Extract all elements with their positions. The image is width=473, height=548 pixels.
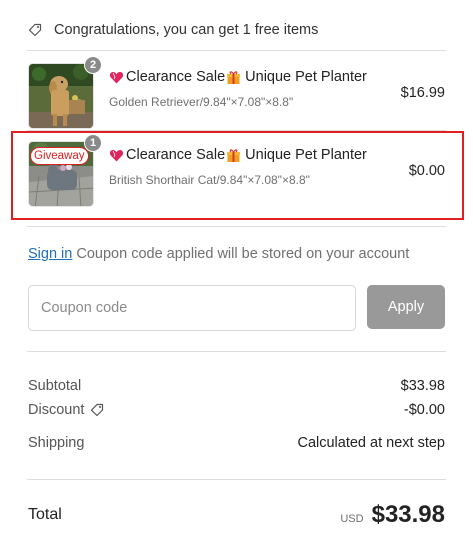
sign-in-link[interactable]: Sign in	[28, 246, 72, 262]
subtotal-value: $33.98	[400, 378, 445, 394]
product-name: Clearance Sale	[126, 69, 226, 85]
product-name-suffix: Unique Pet Planter	[245, 69, 367, 85]
subtotal-label: Subtotal	[28, 378, 82, 394]
product-price: $16.99	[400, 85, 445, 101]
product-price: $0.00	[408, 163, 445, 179]
product-title[interactable]: Clearance Sale Unique Pet Planter	[109, 69, 367, 85]
product-variant: Golden Retriever/9.84"×7.08"×8.8"	[109, 95, 294, 109]
free-items-promo: Congratulations, you can get 1 free item…	[28, 18, 318, 42]
tag-icon	[90, 403, 104, 417]
total-label: Total	[28, 506, 62, 523]
cart-item: 2 Clearance Sale Unique Pet Planter Gold…	[27, 56, 447, 129]
discount-value: -$0.00	[403, 402, 445, 418]
subtotal-row: Subtotal $33.98	[28, 376, 445, 396]
apply-button[interactable]: Apply	[367, 285, 445, 329]
quantity-badge: 1	[84, 134, 102, 152]
divider	[27, 479, 446, 480]
cart-item: Giveaway 1 Clearance Sale Unique Pet Pla…	[27, 134, 447, 207]
tag-icon	[28, 23, 42, 37]
divider	[27, 226, 446, 227]
shipping-value: Calculated at next step	[297, 435, 445, 451]
product-thumbnail[interactable]: Giveaway 1	[28, 134, 102, 207]
product-title[interactable]: Clearance Sale Unique Pet Planter	[109, 147, 367, 163]
total-row: Total USD $33.98	[28, 498, 445, 532]
currency-code: USD	[340, 513, 364, 525]
product-name: Clearance Sale	[126, 147, 226, 163]
discount-label: Discount	[28, 402, 85, 418]
discount-row: Discount -$0.00	[28, 400, 445, 420]
heart-emoji-icon	[109, 148, 124, 163]
gift-emoji-icon	[226, 70, 241, 85]
total-amount: $33.98	[371, 501, 445, 528]
shipping-row: Shipping Calculated at next step	[28, 433, 445, 453]
coupon-code-input[interactable]	[28, 285, 356, 331]
promo-text: Congratulations, you can get 1 free item…	[54, 22, 319, 38]
giveaway-badge: Giveaway	[30, 147, 89, 165]
gift-emoji-icon	[226, 148, 241, 163]
signin-message-text: Coupon code applied will be stored on yo…	[76, 246, 410, 262]
product-thumbnail[interactable]: 2	[28, 56, 102, 129]
signin-message: Sign in Coupon code applied will be stor…	[28, 246, 409, 262]
divider	[27, 50, 446, 51]
product-name-suffix: Unique Pet Planter	[245, 147, 367, 163]
product-variant: British Shorthair Cat/9.84"×7.08"×8.8"	[109, 173, 310, 187]
divider	[27, 351, 446, 352]
shipping-label: Shipping	[28, 435, 85, 451]
heart-emoji-icon	[109, 70, 124, 85]
quantity-badge: 2	[84, 56, 102, 74]
